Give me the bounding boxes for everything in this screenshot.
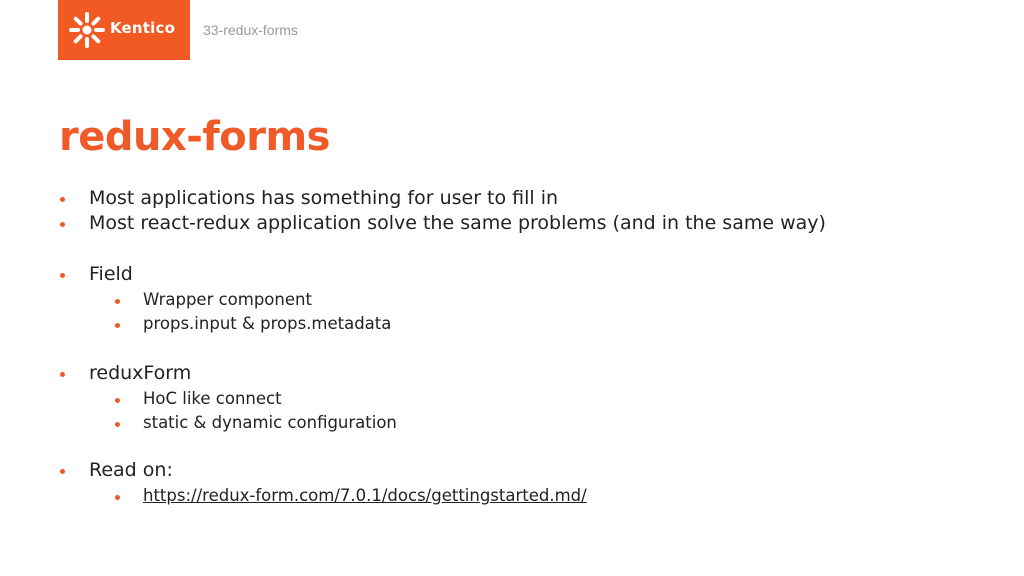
bullet-dot-icon xyxy=(60,273,65,278)
bullet-item: Read on: xyxy=(60,459,173,481)
bullet-dot-icon xyxy=(60,222,65,227)
bullet-text: static & dynamic configuration xyxy=(143,413,397,432)
kentico-logo: Kentico xyxy=(58,0,190,60)
bullet-text: props.input & props.metadata xyxy=(143,314,392,333)
bullet-text: Wrapper component xyxy=(143,290,312,309)
redux-form-docs-link[interactable]: https://redux-form.com/7.0.1/docs/gettin… xyxy=(143,486,587,505)
sub-bullet-item: https://redux-form.com/7.0.1/docs/gettin… xyxy=(115,486,587,505)
slide-title: redux-forms xyxy=(59,114,330,160)
kentico-sun-icon xyxy=(69,12,105,48)
bullet-item: Most applications has something for user… xyxy=(60,187,559,209)
bullet-text: reduxForm xyxy=(89,362,192,384)
bullet-dot-icon xyxy=(115,299,120,304)
sub-bullet-item: static & dynamic configuration xyxy=(115,413,397,432)
bullet-dot-icon xyxy=(115,422,120,427)
bullet-dot-icon xyxy=(115,495,120,500)
bullet-dot-icon xyxy=(60,197,65,202)
kentico-wordmark: Kentico xyxy=(110,19,176,37)
bullet-text: Most react-redux application solve the s… xyxy=(89,212,826,234)
sub-bullet-item: HoC like connect xyxy=(115,389,282,408)
bullet-item: Field xyxy=(60,263,133,285)
bullet-dot-icon xyxy=(115,323,120,328)
sub-bullet-item: props.input & props.metadata xyxy=(115,314,392,333)
bullet-text: HoC like connect xyxy=(143,389,282,408)
slide-label: 33-redux-forms xyxy=(203,22,298,38)
sub-bullet-item: Wrapper component xyxy=(115,290,312,309)
bullet-text: Field xyxy=(89,263,133,285)
bullet-dot-icon xyxy=(60,469,65,474)
bullet-text: Read on: xyxy=(89,459,173,481)
bullet-item: reduxForm xyxy=(60,362,192,384)
bullet-dot-icon xyxy=(115,398,120,403)
bullet-item: Most react-redux application solve the s… xyxy=(60,212,826,234)
bullet-dot-icon xyxy=(60,372,65,377)
bullet-text: Most applications has something for user… xyxy=(89,187,559,209)
